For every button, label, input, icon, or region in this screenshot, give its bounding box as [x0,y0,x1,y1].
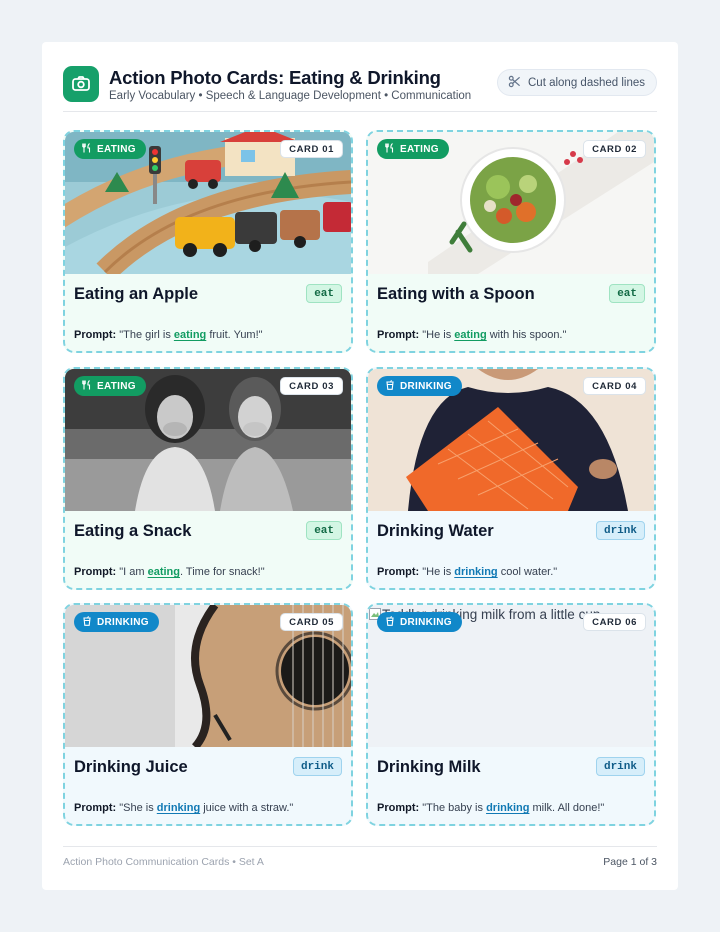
target-verb: drinking [486,802,530,814]
card-title: Drinking Juice [74,758,188,776]
cut-instruction-badge: Cut along dashed lines [497,69,657,96]
card-number-badge: CARD 02 [583,140,646,158]
target-word-chip: drink [292,757,342,776]
card-title: Eating an Apple [74,285,199,303]
photo-card: DRINKING CARD 04 Drinking Water drink Pr… [366,367,656,590]
category-tag-drinking: DRINKING [377,376,462,396]
cup-icon [82,615,92,629]
page-header: Action Photo Cards: Eating & Drinking Ea… [63,64,657,112]
cut-instruction-label: Cut along dashed lines [528,76,645,89]
target-word-chip: drink [595,521,645,540]
fork-knife-icon [82,142,92,156]
footer-set-label: Action Photo Communication Cards • Set A [63,856,264,868]
target-word-chip: drink [595,757,645,776]
category-tag-drinking: DRINKING [74,612,159,632]
page-number: Page 1 of 3 [603,856,657,868]
card-title: Drinking Water [377,522,494,540]
card-prompt: Prompt: "I am eating. Time for snack!" [74,566,265,578]
card-prompt: Prompt: "He is drinking cool water." [377,566,558,578]
photo-card: EATING CARD 02 Eating with a Spoon eat P… [366,130,656,353]
target-word-chip: eat [306,284,342,303]
category-tag-eating: EATING [74,139,146,159]
fork-knife-icon [385,142,395,156]
card-number-badge: CARD 04 [583,377,646,395]
card-number-badge: CARD 03 [280,377,343,395]
cup-icon [385,379,395,393]
target-verb: eating [173,329,207,341]
card-number-badge: CARD 06 [583,613,646,631]
target-verb: drinking [156,802,201,814]
card-prompt: Prompt: "The baby is drinking milk. All … [377,802,605,814]
page-title: Action Photo Cards: Eating & Drinking [109,67,441,88]
card-title: Eating a Snack [74,522,192,540]
card-prompt: Prompt: "He is eating with his spoon." [377,329,567,341]
photo-card: DRINKING CARD 05 Drinking Juice drink Pr… [63,603,353,826]
target-verb: drinking [454,566,498,578]
card-prompt: Prompt: "She is drinking juice with a st… [74,802,294,814]
cup-icon [385,615,395,629]
category-tag-eating: EATING [377,139,449,159]
worksheet-page: Action Photo Cards: Eating & Drinking Ea… [42,42,678,890]
page-subtitle: Early Vocabulary • Speech & Language Dev… [109,90,472,102]
card-title: Drinking Milk [377,758,481,776]
photo-card: EATING CARD 01 Eating an Apple eat Promp… [63,130,353,353]
card-title: Eating with a Spoon [377,285,535,303]
page-footer: Action Photo Communication Cards • Set A… [63,846,657,868]
fork-knife-icon [82,379,92,393]
card-prompt: Prompt: "The girl is eating fruit. Yum!" [74,329,263,341]
target-word-chip: eat [609,284,645,303]
photo-card: Toddler drinking milk from a little cup … [366,603,656,826]
scissors-icon [508,75,521,91]
target-verb: eating [147,566,180,578]
camera-icon [63,66,99,102]
target-word-chip: eat [306,521,342,540]
card-number-badge: CARD 05 [280,613,343,631]
target-verb: eating [454,329,487,341]
category-tag-eating: EATING [74,376,146,396]
category-tag-drinking: DRINKING [377,612,462,632]
photo-card: EATING CARD 03 Eating a Snack eat Prompt… [63,367,353,590]
card-number-badge: CARD 01 [280,140,343,158]
